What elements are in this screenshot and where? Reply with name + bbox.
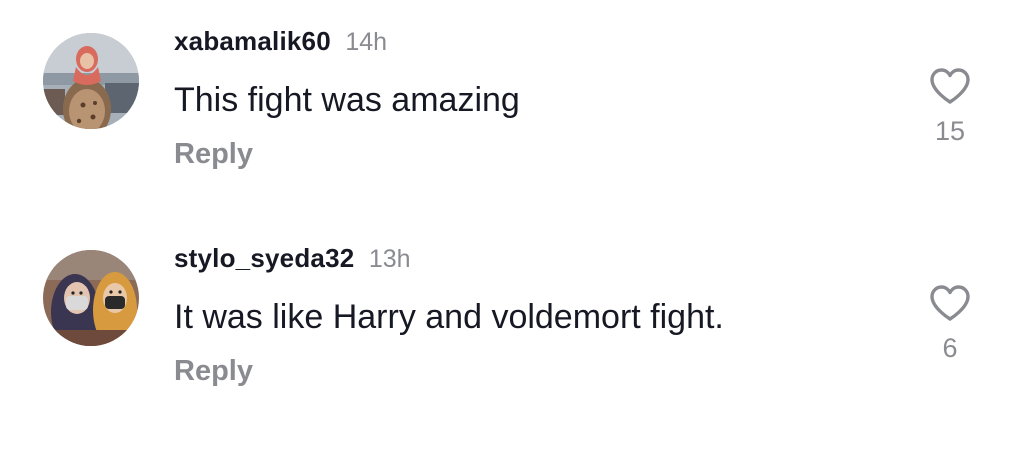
username[interactable]: xabamalik60: [174, 26, 331, 56]
reply-button[interactable]: Reply: [174, 357, 253, 386]
avatar[interactable]: [43, 250, 139, 346]
comment-meta: xabamalik60 14h: [174, 28, 387, 55]
like-button[interactable]: 15: [920, 66, 980, 145]
comment-text: This fight was amazing: [174, 81, 520, 119]
comment-text: It was like Harry and voldemort fight.: [174, 298, 724, 336]
heart-outline-icon[interactable]: [928, 66, 972, 106]
timestamp: 14h: [345, 28, 388, 56]
comment-item: stylo_syeda32 13h It was like Harry and …: [0, 217, 1024, 417]
heart-outline-icon[interactable]: [928, 283, 972, 323]
comment-meta: stylo_syeda32 13h: [174, 245, 411, 272]
reply-button[interactable]: Reply: [174, 140, 253, 169]
like-count: 15: [934, 116, 966, 146]
username[interactable]: stylo_syeda32: [174, 243, 354, 273]
timestamp: 13h: [368, 245, 411, 273]
like-button[interactable]: 6: [920, 283, 980, 362]
avatar-image: [43, 33, 139, 129]
comment-item: xabamalik60 14h This fight was amazing R…: [0, 0, 1024, 200]
like-count: 6: [942, 333, 958, 363]
avatar[interactable]: [43, 33, 139, 129]
avatar-image: [43, 250, 139, 346]
